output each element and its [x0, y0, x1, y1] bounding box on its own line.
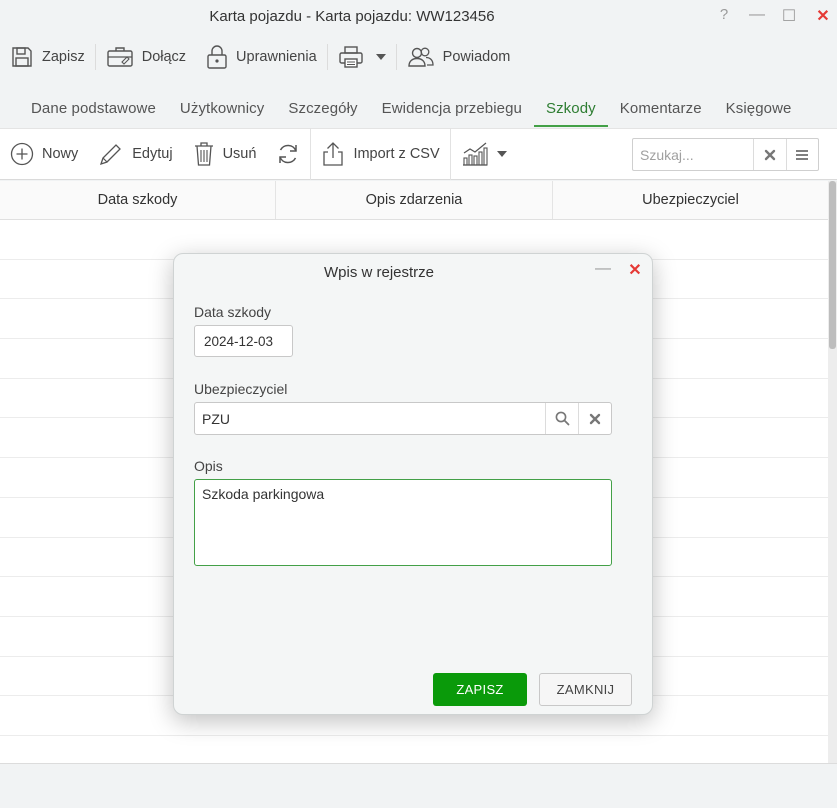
save-toolbar-label: Zapisz	[42, 49, 85, 65]
register-entry-dialog: Wpis w rejestrze — ✕ Data szkody Ubezpie…	[173, 253, 653, 715]
insurer-field	[194, 402, 612, 435]
close-button[interactable]: ZAMKNIJ	[539, 673, 632, 706]
insurer-label: Ubezpieczyciel	[194, 381, 288, 397]
upload-icon	[323, 142, 344, 166]
trash-icon	[194, 142, 213, 166]
edit-button[interactable]: Edytuj	[88, 128, 182, 180]
grid-header: Data szkody Opis zdarzenia Ubezpieczycie…	[0, 181, 828, 220]
chevron-down-icon	[496, 151, 507, 157]
insurer-clear-button[interactable]	[578, 403, 611, 434]
clear-x-icon	[764, 149, 775, 160]
scrollbar-thumb[interactable]	[829, 181, 836, 349]
date-label: Data szkody	[194, 304, 272, 320]
permissions-button[interactable]: Uprawnienia	[196, 38, 327, 76]
dialog-title: Wpis w rejestrze	[323, 264, 435, 281]
tab-basic-data[interactable]: Dane podstawowe	[19, 90, 168, 127]
attach-label: Dołącz	[141, 49, 187, 65]
delete-label: Usuń	[222, 146, 257, 162]
tab-users[interactable]: Użytkownicy	[168, 90, 276, 127]
status-footer	[0, 763, 837, 808]
search-icon	[555, 411, 569, 426]
damage-date-field[interactable]	[194, 325, 293, 357]
permissions-label: Uprawnienia	[236, 49, 317, 65]
printer-icon	[338, 46, 363, 68]
help-button[interactable]: ?	[714, 6, 734, 23]
dialog-close-button[interactable]: ✕	[626, 260, 644, 280]
notify-label: Powiadom	[442, 49, 511, 65]
floppy-disk-icon	[12, 47, 32, 67]
menu-lines-icon	[796, 149, 809, 160]
insurer-input[interactable]	[195, 403, 545, 434]
tab-comments[interactable]: Komentarze	[608, 90, 714, 127]
close-window-button[interactable]: ✕	[813, 6, 833, 26]
maximize-button[interactable]: ☐	[779, 6, 799, 26]
chart-icon	[462, 142, 488, 166]
description-textarea[interactable]: Szkoda parkingowa	[194, 479, 612, 566]
tab-accounting[interactable]: Księgowe	[714, 90, 804, 127]
vertical-scrollbar[interactable]	[828, 181, 837, 763]
plus-circle-icon	[10, 142, 34, 166]
new-label: Nowy	[42, 146, 79, 162]
tab-damages[interactable]: Szkody	[533, 90, 608, 127]
insurer-search-button[interactable]	[545, 403, 578, 434]
search-box	[632, 138, 819, 171]
minimize-button[interactable]: —	[747, 6, 767, 24]
pencil-icon	[100, 144, 122, 166]
tab-bar: Dane podstawowe Użytkownicy Szczegóły Ew…	[19, 90, 803, 127]
delete-button[interactable]: Usuń	[183, 128, 267, 180]
import-csv-button[interactable]: Import z CSV	[311, 128, 449, 180]
tab-details[interactable]: Szczegóły	[276, 90, 369, 127]
column-header-insurer[interactable]: Ubezpieczyciel	[553, 181, 828, 219]
edit-label: Edytuj	[132, 146, 173, 162]
search-input[interactable]	[633, 139, 753, 170]
dialog-minimize-button[interactable]: —	[594, 260, 612, 278]
clear-x-icon	[589, 413, 601, 424]
notify-button[interactable]: Powiadom	[397, 38, 521, 76]
title-bar: Karta pojazdu - Karta pojazdu: WW123456 …	[0, 0, 837, 34]
column-header-description[interactable]: Opis zdarzenia	[276, 181, 553, 219]
attach-button[interactable]: Dołącz	[96, 38, 196, 76]
table-row[interactable]	[0, 736, 828, 763]
refresh-button[interactable]	[266, 128, 310, 180]
print-button[interactable]	[328, 38, 396, 76]
description-label: Opis	[194, 458, 223, 474]
columns-menu-button[interactable]	[785, 139, 819, 170]
save-button[interactable]: ZAPISZ	[433, 673, 527, 706]
lock-icon	[207, 45, 227, 69]
users-icon	[407, 47, 434, 67]
briefcase-icon	[107, 47, 133, 67]
column-header-date[interactable]: Data szkody	[0, 181, 276, 219]
save-toolbar-button[interactable]: Zapisz	[0, 38, 95, 76]
main-toolbar: Zapisz Dołącz Uprawnienia Powiadom	[0, 38, 520, 76]
grid-toolbar: Nowy Edytuj Usuń Import z CSV	[0, 128, 837, 180]
chevron-down-icon	[375, 54, 386, 60]
refresh-icon	[279, 144, 298, 164]
new-button[interactable]: Nowy	[0, 128, 88, 180]
window-title: Karta pojazdu - Karta pojazdu: WW123456	[209, 8, 495, 25]
chart-menu-button[interactable]	[451, 128, 517, 180]
clear-search-button[interactable]	[753, 139, 786, 170]
tab-mileage[interactable]: Ewidencja przebiegu	[370, 90, 534, 127]
import-csv-label: Import z CSV	[353, 146, 440, 162]
